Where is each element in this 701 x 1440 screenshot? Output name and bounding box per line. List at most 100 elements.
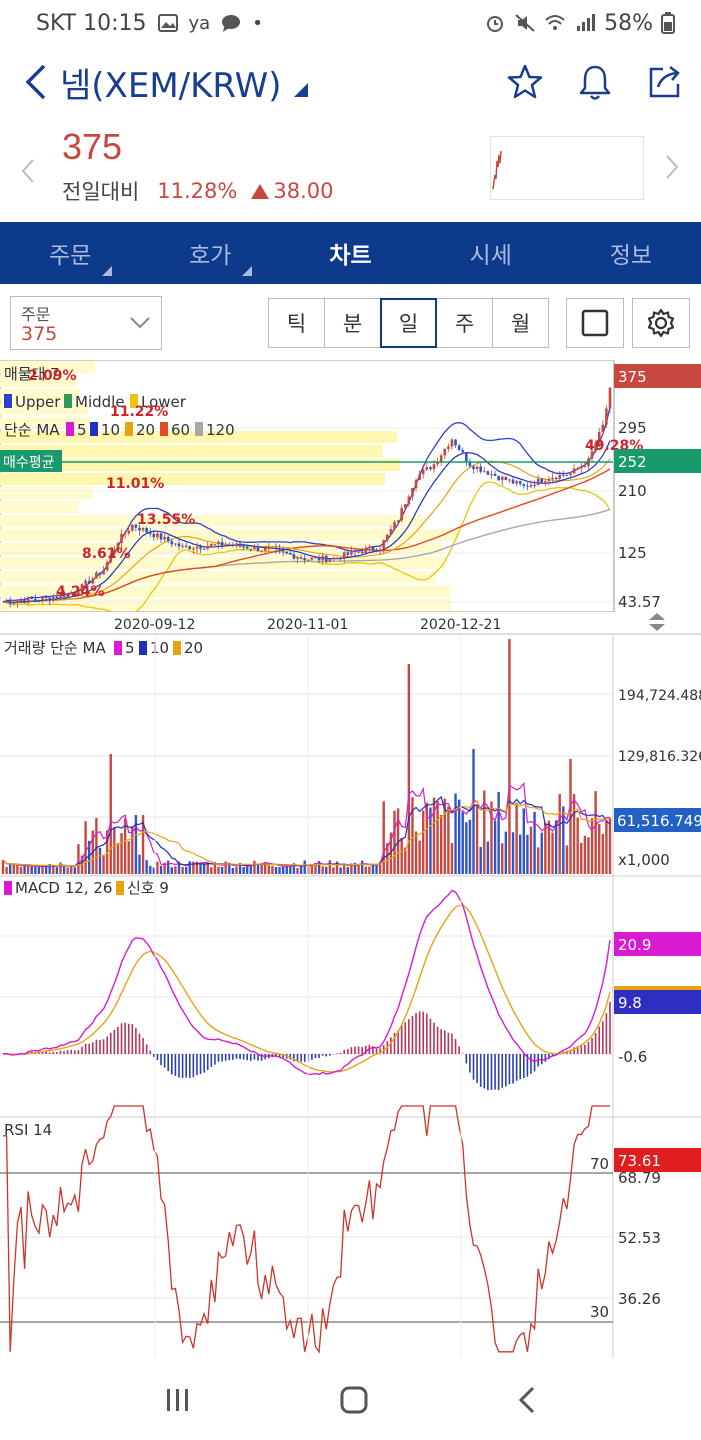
volume-panel[interactable]: 거래량 단순 MA 5 10 20 194,724.488 129,816.32… bbox=[0, 634, 701, 877]
candle-body bbox=[515, 481, 518, 484]
tab-chart[interactable]: 차트 bbox=[280, 222, 420, 284]
tab-info[interactable]: 정보 bbox=[561, 222, 701, 284]
tab-market-price[interactable]: 시세 bbox=[421, 222, 561, 284]
macd-histogram-bar bbox=[246, 1054, 249, 1061]
macd-signal-badge-strip bbox=[614, 986, 701, 990]
macd-histogram-bar bbox=[505, 1054, 507, 1087]
prev-pair-chevron-icon[interactable] bbox=[20, 158, 36, 188]
candle-body bbox=[497, 475, 500, 481]
candle-body bbox=[306, 559, 310, 561]
pair-dropdown-caret-icon[interactable] bbox=[293, 82, 308, 101]
back-arrow-icon bbox=[25, 64, 46, 100]
candle-body bbox=[156, 533, 159, 538]
next-pair-chevron-icon[interactable] bbox=[664, 154, 680, 184]
macd-histogram-bar bbox=[163, 1054, 166, 1068]
ma10-swatch bbox=[90, 422, 98, 436]
candle-body bbox=[238, 543, 242, 547]
candle-body bbox=[8, 601, 12, 604]
candle-body bbox=[540, 478, 544, 483]
dot-indicator: • bbox=[252, 12, 263, 34]
chart-area[interactable]: 매수평균 매물대 7 Upper Middle Lower 단순 MA 5 10… bbox=[0, 360, 701, 1360]
battery-icon bbox=[661, 12, 675, 34]
volume-bar bbox=[580, 842, 583, 874]
alert-bell-icon[interactable] bbox=[575, 62, 615, 102]
candle-body bbox=[368, 546, 371, 549]
candle-body bbox=[353, 551, 357, 553]
back-nav-icon[interactable] bbox=[515, 1385, 539, 1415]
macd-histogram-bar bbox=[181, 1054, 184, 1078]
volume-bar bbox=[246, 865, 249, 874]
volume-bar bbox=[113, 826, 116, 874]
macd-histogram-bar bbox=[472, 1054, 475, 1080]
candle-body bbox=[289, 553, 292, 555]
change-label: 전일대비 bbox=[62, 180, 140, 204]
candle-body bbox=[335, 557, 339, 559]
macd-histogram-bar bbox=[149, 1050, 152, 1054]
mini-sparkline[interactable] bbox=[490, 136, 644, 200]
volume-bar bbox=[447, 806, 450, 874]
settings-button[interactable] bbox=[632, 298, 690, 348]
order-type-select[interactable]: 주문 375 bbox=[10, 296, 162, 350]
volume-bar bbox=[167, 860, 170, 874]
app-header: 넴(XEM/KRW) bbox=[0, 50, 701, 114]
macd-histogram-bar bbox=[66, 1050, 69, 1054]
macd-histogram-bar bbox=[530, 1054, 532, 1074]
candle-body bbox=[267, 547, 271, 549]
candle-body bbox=[414, 480, 418, 488]
candle-body bbox=[98, 572, 102, 575]
macd-histogram-bar bbox=[135, 1027, 137, 1054]
tab-corner-icon bbox=[242, 266, 253, 276]
ma20-swatch bbox=[125, 422, 133, 436]
rsi-panel[interactable]: RSI 14 70 30 73.61 68.79 52.53 36.26 bbox=[0, 1105, 701, 1358]
period-minute-button[interactable]: 분 bbox=[324, 298, 381, 348]
home-icon[interactable] bbox=[338, 1384, 370, 1416]
macd-histogram-bar bbox=[544, 1054, 547, 1062]
tab-order[interactable]: 주문 bbox=[0, 222, 140, 284]
recent-apps-icon[interactable] bbox=[163, 1385, 193, 1415]
macd-histogram-bar bbox=[95, 1039, 98, 1054]
rsi-legend: RSI 14 bbox=[4, 1121, 52, 1139]
pair-title[interactable]: 넴(XEM/KRW) bbox=[60, 58, 282, 107]
macd-histogram-bar bbox=[609, 1001, 611, 1054]
macd-histogram-bar bbox=[418, 1011, 421, 1054]
macd-histogram-bar bbox=[153, 1054, 155, 1057]
change-amount: 38.00 bbox=[273, 179, 334, 203]
period-day-button[interactable]: 일 bbox=[380, 298, 437, 348]
volume-ma20-line bbox=[2, 799, 611, 867]
fullscreen-button[interactable] bbox=[566, 298, 624, 348]
candle-body bbox=[163, 536, 166, 540]
volume-bar bbox=[220, 866, 224, 874]
signal-icon bbox=[577, 14, 596, 31]
candle-body bbox=[145, 528, 148, 533]
period-month-button[interactable]: 월 bbox=[492, 298, 549, 348]
macd-panel[interactable]: MACD 12, 26 신호 9 20.9 9.8 -0.6 bbox=[0, 876, 701, 1118]
ma5-swatch bbox=[66, 422, 74, 436]
volume-bar bbox=[540, 832, 543, 874]
volume-bar bbox=[371, 863, 375, 874]
candle-body bbox=[127, 530, 131, 534]
macd-histogram-bar bbox=[242, 1054, 245, 1060]
candle-body bbox=[227, 544, 231, 546]
alarm-icon bbox=[487, 16, 504, 32]
tab-orderbook-label: 호가 bbox=[189, 243, 232, 269]
back-button[interactable] bbox=[16, 57, 56, 107]
legend-upper-swatch bbox=[4, 394, 12, 408]
price-panel[interactable]: 매수평균 매물대 7 Upper Middle Lower 단순 MA 5 10… bbox=[0, 360, 701, 617]
macd-histogram-bar bbox=[347, 1049, 349, 1054]
volume-bar bbox=[346, 867, 350, 874]
share-icon[interactable] bbox=[645, 62, 685, 102]
volume-bar bbox=[544, 822, 547, 874]
volume-bar bbox=[608, 817, 612, 874]
candle-body bbox=[245, 547, 249, 549]
candle-body bbox=[328, 559, 332, 562]
tab-orderbook[interactable]: 호가 bbox=[140, 222, 280, 284]
period-week-button[interactable]: 주 bbox=[436, 298, 493, 348]
candle-body bbox=[562, 474, 565, 476]
macd-histogram-bar bbox=[519, 1054, 522, 1080]
favorite-star-icon[interactable] bbox=[505, 62, 545, 102]
period-tick-button[interactable]: 틱 bbox=[268, 298, 325, 348]
macd-histogram-bar bbox=[436, 1026, 439, 1054]
chart-toolbar: 주문 375 틱 분 일 주 월 bbox=[0, 290, 701, 356]
candle-body bbox=[278, 548, 281, 550]
gear-icon bbox=[647, 308, 675, 338]
